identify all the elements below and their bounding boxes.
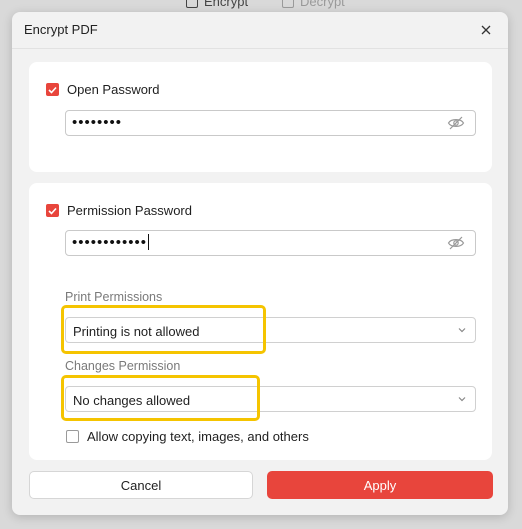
permission-password-value: •••••••••••• (72, 233, 150, 253)
changes-permission-select[interactable]: No changes allowed (65, 386, 476, 412)
eye-off-icon[interactable] (447, 235, 465, 251)
background-tab-encrypt: Encrypt (186, 0, 248, 9)
open-password-checkbox[interactable] (46, 83, 59, 96)
text-caret (148, 234, 150, 250)
chevron-down-icon (458, 397, 466, 402)
cancel-button[interactable]: Cancel (29, 471, 253, 499)
open-password-field[interactable]: •••••••• (65, 110, 476, 136)
permission-password-card: Permission Password •••••••••••• Print P… (29, 183, 492, 460)
changes-permission-value: No changes allowed (73, 393, 191, 408)
dialog-title: Encrypt PDF (24, 22, 98, 37)
chevron-down-icon (458, 328, 466, 333)
close-button[interactable] (476, 20, 496, 40)
checkmark-icon (48, 86, 57, 94)
permission-password-checkbox[interactable] (46, 204, 59, 217)
print-permissions-label: Print Permissions (65, 290, 163, 304)
print-permissions-select[interactable]: Printing is not allowed (65, 317, 476, 343)
titlebar-divider (12, 48, 508, 49)
apply-button[interactable]: Apply (267, 471, 493, 499)
print-permissions-value: Printing is not allowed (73, 324, 200, 339)
permission-password-field[interactable]: •••••••••••• (65, 230, 476, 256)
permission-password-dots: •••••••••••• (72, 234, 148, 251)
permission-password-toggle[interactable]: Permission Password (46, 203, 192, 218)
checkmark-icon (48, 207, 57, 215)
background-tabs: Encrypt Decrypt (0, 0, 522, 12)
open-password-toggle[interactable]: Open Password (46, 82, 160, 97)
open-password-label: Open Password (67, 82, 160, 97)
background-tab-decrypt: Decrypt (282, 0, 345, 9)
unlock-icon (282, 0, 294, 8)
background-tab-decrypt-label: Decrypt (300, 0, 345, 9)
allow-copying-label: Allow copying text, images, and others (87, 429, 309, 444)
allow-copying-toggle[interactable]: Allow copying text, images, and others (66, 429, 309, 444)
lock-icon (186, 0, 198, 8)
background-tab-encrypt-label: Encrypt (204, 0, 249, 9)
allow-copying-checkbox[interactable] (66, 430, 79, 443)
open-password-value: •••••••• (72, 114, 123, 131)
changes-permission-label: Changes Permission (65, 359, 181, 373)
encrypt-pdf-dialog: Encrypt PDF Open Password •••••••• Permi… (12, 12, 508, 515)
eye-off-icon[interactable] (447, 115, 465, 131)
dialog-titlebar: Encrypt PDF (12, 12, 508, 48)
close-icon (481, 25, 491, 35)
permission-password-label: Permission Password (67, 203, 192, 218)
open-password-card: Open Password •••••••• (29, 62, 492, 172)
